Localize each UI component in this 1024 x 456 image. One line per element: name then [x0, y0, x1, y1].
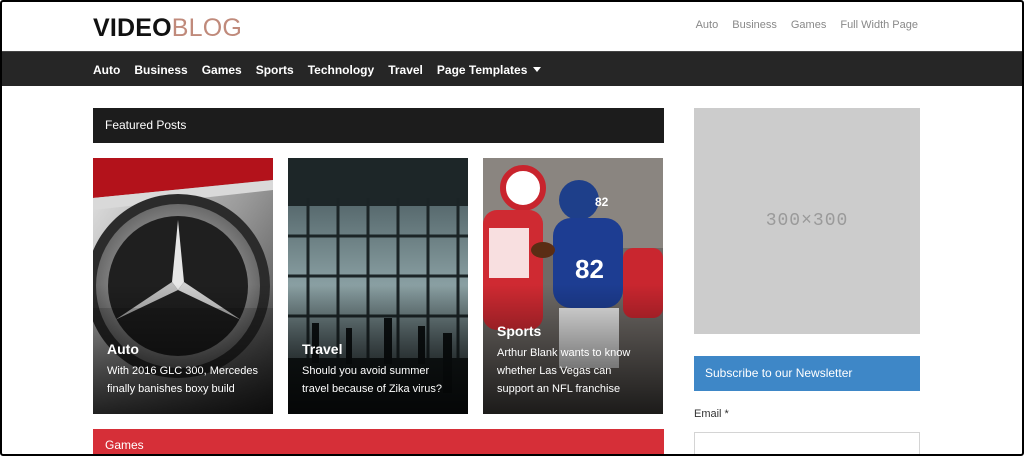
card-category-label[interactable]: Sports: [497, 323, 541, 339]
site-header: VIDEOBLOG Auto Business Games Full Width…: [2, 2, 1022, 52]
featured-card-sports[interactable]: 82 82 Sports Arthur Blank wants to know …: [483, 158, 663, 414]
newsletter-heading-bar: Subscribe to our Newsletter: [694, 356, 920, 391]
games-heading: Games: [105, 438, 144, 452]
nav-item-technology[interactable]: Technology: [308, 63, 374, 77]
card-category-label[interactable]: Auto: [107, 341, 139, 357]
featured-posts-heading: Featured Posts: [105, 118, 187, 132]
logo-bold-text: VIDEO: [93, 14, 172, 42]
top-link-games[interactable]: Games: [791, 19, 826, 31]
site-logo[interactable]: VIDEOBLOG: [93, 14, 242, 43]
top-link-full-width-page[interactable]: Full Width Page: [840, 19, 918, 31]
nav-item-auto[interactable]: Auto: [93, 63, 120, 77]
nav-item-travel[interactable]: Travel: [388, 63, 423, 77]
svg-text:82: 82: [575, 254, 604, 284]
newsletter-heading: Subscribe to our Newsletter: [705, 366, 853, 380]
top-menu: Auto Business Games Full Width Page: [696, 19, 918, 31]
ad-size-label: 300×300: [765, 211, 849, 231]
card-category-label[interactable]: Travel: [302, 341, 342, 357]
card-title[interactable]: With 2016 GLC 300, Mercedes finally bani…: [107, 362, 259, 398]
email-label: Email *: [694, 408, 729, 420]
browser-page: VIDEOBLOG Auto Business Games Full Width…: [0, 0, 1024, 456]
featured-card-travel[interactable]: Travel Should you avoid summer travel be…: [288, 158, 468, 414]
main-navigation: Auto Business Games Sports Technology Tr…: [2, 51, 1022, 86]
nav-item-page-templates[interactable]: Page Templates: [436, 62, 542, 77]
nav-item-sports[interactable]: Sports: [256, 63, 294, 77]
main-nav-items: Auto Business Games Sports Technology Tr…: [93, 52, 542, 87]
top-link-auto[interactable]: Auto: [696, 19, 719, 31]
svg-text:82: 82: [595, 195, 609, 209]
nav-item-page-templates-label: Page Templates: [436, 62, 528, 77]
email-field[interactable]: [694, 432, 920, 454]
card-title[interactable]: Should you avoid summer travel because o…: [302, 362, 454, 398]
chevron-down-icon: [533, 67, 542, 72]
featured-posts-heading-bar: Featured Posts: [93, 108, 664, 143]
nav-item-games[interactable]: Games: [202, 63, 242, 77]
top-link-business[interactable]: Business: [732, 19, 777, 31]
featured-card-auto[interactable]: Auto With 2016 GLC 300, Mercedes finally…: [93, 158, 273, 414]
card-title[interactable]: Arthur Blank wants to know whether Las V…: [497, 344, 649, 398]
games-heading-bar: Games: [93, 429, 664, 454]
ad-placeholder[interactable]: 300×300: [694, 108, 920, 334]
logo-light-text: BLOG: [171, 14, 243, 42]
nav-item-business[interactable]: Business: [134, 63, 187, 77]
